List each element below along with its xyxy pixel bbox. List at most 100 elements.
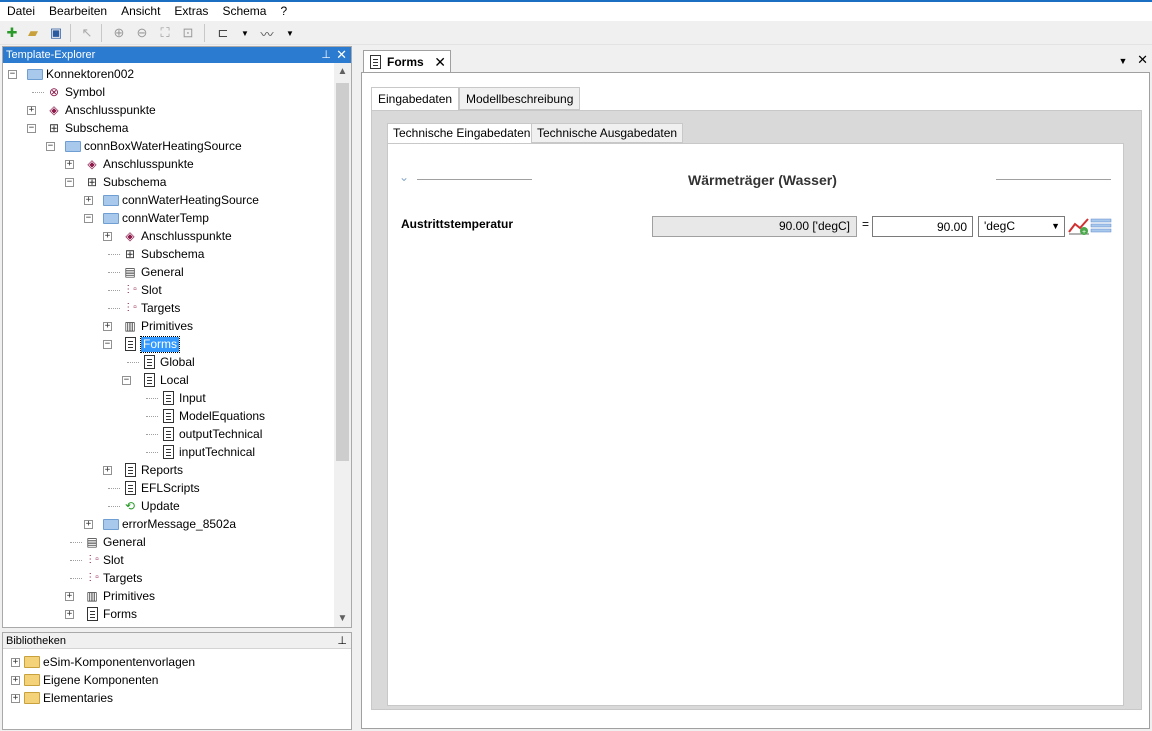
tree-node[interactable]: ⋮▫ Targets [122, 299, 180, 317]
chevron-down-icon[interactable]: ⌄ [399, 170, 409, 184]
collapse-icon[interactable]: − [65, 178, 74, 187]
dropdown-icon[interactable]: ▼ [1119, 56, 1128, 66]
tree-node[interactable]: ⋮▫ Targets [84, 569, 142, 587]
expand-icon[interactable]: + [103, 322, 112, 331]
tree-node-label: ModelEquations [179, 409, 266, 423]
tree-connector [108, 290, 120, 291]
tab-technische-ausgabedaten[interactable]: Technische Ausgabedaten [531, 123, 684, 143]
collapse-icon[interactable]: − [103, 340, 112, 349]
zoom-select-icon[interactable]: ⊡ [179, 24, 197, 42]
expand-icon[interactable]: + [65, 160, 74, 169]
tree-connector [70, 560, 82, 561]
tree-node[interactable]: ⊞ Subschema [122, 245, 204, 263]
collapse-icon[interactable]: − [46, 142, 55, 151]
tree-node[interactable]: ◈ Anschlusspunkte [46, 101, 156, 119]
expand-icon[interactable]: + [103, 232, 112, 241]
tab-technische-eingabedaten[interactable]: Technische Eingabedaten [387, 123, 537, 144]
menu-extras[interactable]: Extras [167, 2, 215, 21]
tree-node[interactable]: Global [141, 353, 195, 371]
tree-node-label: Anschlusspunkte [103, 157, 194, 171]
expand-icon[interactable]: + [84, 520, 93, 529]
tree-node[interactable]: ⋮▫ Slot [122, 281, 161, 299]
expand-icon[interactable]: + [11, 657, 20, 667]
tree-node[interactable]: ⊞ Subschema [46, 119, 128, 137]
tree-node[interactable]: Forms [122, 335, 180, 353]
tree-node[interactable]: Konnektoren002 [27, 65, 134, 83]
wave-icon[interactable]: 〰 [258, 24, 276, 42]
tree-node[interactable]: EFLScripts [122, 479, 200, 497]
tree-node[interactable]: ⋮▫ Slot [84, 551, 123, 569]
chevron-down-icon[interactable]: ▼ [236, 24, 254, 42]
tree-node[interactable]: ⊗ Symbol [46, 83, 105, 101]
expand-icon[interactable]: + [65, 610, 74, 619]
tree-scrollbar[interactable]: ▲ ▼ [334, 63, 351, 627]
subschema-icon: ⊞ [86, 175, 98, 189]
pointer-icon[interactable]: ↖ [78, 24, 96, 42]
zoom-out-icon[interactable]: ⊖ [133, 24, 151, 42]
tree-node[interactable]: ModelEquations [160, 407, 265, 425]
tree-node[interactable]: inputTechnical [160, 443, 255, 461]
expand-icon[interactable]: + [84, 196, 93, 205]
new-icon[interactable]: ✚ [3, 24, 21, 42]
document-tab-forms[interactable]: Forms ✕ [363, 50, 451, 73]
list-icon[interactable] [1090, 218, 1112, 234]
chevron-down-icon[interactable]: ▼ [281, 24, 299, 42]
tree-node[interactable]: Local [141, 371, 189, 389]
tree-node[interactable]: ▤ General [84, 533, 145, 551]
save-icon[interactable]: ▣ [47, 24, 65, 42]
tree-node[interactable]: ◈ Anschlusspunkte [84, 155, 194, 173]
temperature-value-input[interactable] [872, 216, 973, 237]
expand-icon[interactable]: + [11, 675, 20, 685]
tree-node[interactable]: connWaterHeatingSource [103, 191, 259, 209]
tree-connector [146, 434, 158, 435]
layout-icon[interactable]: ⊏ [214, 24, 232, 42]
expand-icon[interactable]: + [27, 106, 36, 115]
tree-node[interactable]: ▥ Primitives [122, 317, 193, 335]
zoom-fit-icon[interactable]: ⛶ [156, 24, 174, 42]
library-item[interactable]: + eSim-Komponentenvorlagen [11, 653, 195, 671]
tree-node[interactable]: connBoxWaterHeatingSource [65, 137, 242, 155]
tree-node[interactable]: ◈ Anschlusspunkte [122, 227, 231, 245]
tree-node[interactable]: ⟲ Update [122, 497, 180, 515]
tree-node[interactable]: ▤ General [122, 263, 183, 281]
tree-node[interactable]: Reports [122, 461, 183, 479]
zoom-in-icon[interactable]: ⊕ [110, 24, 128, 42]
tree-node[interactable]: Input [160, 389, 206, 407]
pin-icon[interactable]: ⊥ [337, 633, 347, 649]
tree-node-label: connWaterHeatingSource [122, 193, 259, 207]
tree-node[interactable]: errorMessage_8502a [103, 515, 236, 533]
tree-node[interactable]: ▥ Primitives [84, 587, 155, 605]
collapse-icon[interactable]: − [122, 376, 131, 385]
expand-icon[interactable]: + [103, 466, 112, 475]
menu-help[interactable]: ? [273, 2, 294, 21]
tree-node[interactable]: connWaterTemp [103, 209, 209, 227]
close-icon[interactable]: ✕ [434, 54, 446, 71]
menu-schema[interactable]: Schema [215, 2, 273, 21]
expand-icon[interactable]: + [65, 592, 74, 601]
tree-node[interactable]: ⊞ Subschema [84, 173, 166, 191]
unit-select[interactable]: 'degC ▼ [978, 216, 1065, 237]
close-icon[interactable]: ✕ [336, 47, 347, 62]
open-icon[interactable]: ▰ [24, 24, 42, 42]
scroll-up-icon[interactable]: ▲ [334, 63, 351, 80]
tab-eingabedaten[interactable]: Eingabedaten [371, 87, 460, 111]
expand-icon[interactable]: + [11, 693, 20, 703]
trend-chart-icon[interactable]: + [1068, 216, 1090, 236]
doc-icon [160, 390, 176, 406]
collapse-icon[interactable]: − [8, 70, 17, 79]
library-item[interactable]: + Elementaries [11, 689, 113, 707]
pin-icon[interactable]: ⊥ [321, 47, 331, 63]
collapse-icon[interactable]: − [27, 124, 36, 133]
close-icon[interactable]: ✕ [1137, 52, 1148, 67]
library-item[interactable]: + Eigene Komponenten [11, 671, 158, 689]
tree-node-label: Anschlusspunkte [65, 103, 156, 117]
scroll-down-icon[interactable]: ▼ [334, 610, 351, 627]
menu-bearbeiten[interactable]: Bearbeiten [42, 2, 114, 21]
tree-node[interactable]: outputTechnical [160, 425, 262, 443]
menu-ansicht[interactable]: Ansicht [114, 2, 167, 21]
menu-datei[interactable]: Datei [0, 2, 42, 21]
scrollbar-thumb[interactable] [336, 83, 349, 461]
tab-modellbeschreibung[interactable]: Modellbeschreibung [459, 87, 581, 110]
collapse-icon[interactable]: − [84, 214, 93, 223]
tree-node[interactable]: Forms [84, 605, 137, 623]
